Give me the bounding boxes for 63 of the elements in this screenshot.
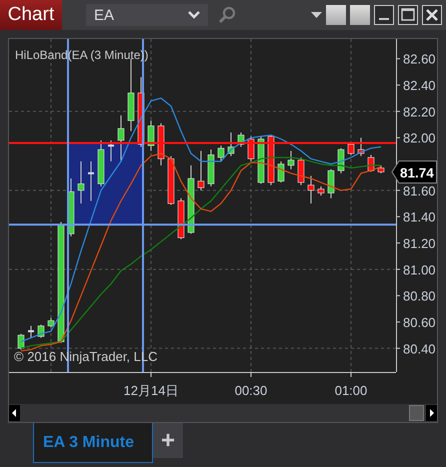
candle — [208, 149, 214, 187]
candle — [328, 168, 334, 199]
window-title: Chart — [0, 0, 62, 30]
candle — [18, 333, 24, 350]
candle — [268, 134, 274, 186]
candle — [288, 150, 294, 170]
candle — [358, 137, 364, 157]
candle — [218, 145, 224, 162]
caret-icon[interactable] — [311, 12, 322, 18]
candle — [138, 76, 144, 148]
scroll-right-icon[interactable] — [426, 405, 437, 421]
chevron-icon — [188, 11, 200, 19]
candle — [318, 186, 324, 196]
candle — [228, 132, 234, 157]
time-label: 00:30 — [234, 383, 268, 398]
candle — [278, 160, 284, 183]
time-label: 01:00 — [334, 383, 368, 398]
candle — [48, 318, 54, 328]
price-label: 82.40 — [403, 78, 436, 94]
price-label: 80.60 — [403, 314, 436, 330]
candle — [118, 114, 124, 162]
chart-tab[interactable]: EA 3 Minute — [33, 423, 153, 463]
price-label: 81.40 — [403, 210, 436, 225]
candle — [368, 154, 374, 172]
candle — [108, 140, 114, 162]
add-tab-button[interactable]: + — [153, 423, 183, 458]
candle — [98, 140, 104, 187]
candle — [248, 136, 254, 162]
candle — [158, 122, 164, 166]
candle — [148, 120, 154, 152]
candle — [188, 164, 194, 234]
candle — [238, 132, 244, 148]
price-label: 81.00 — [403, 262, 436, 278]
price-label: 82.60 — [403, 52, 436, 67]
candle — [28, 325, 34, 338]
candle — [378, 164, 384, 174]
maximize-icon[interactable] — [398, 5, 418, 25]
candle — [308, 175, 314, 204]
search-icon[interactable] — [218, 6, 236, 24]
candle — [348, 142, 354, 156]
price-label: 82.00 — [403, 130, 436, 146]
price-label: 80.80 — [403, 288, 436, 304]
close-icon[interactable] — [422, 5, 442, 25]
candle — [88, 160, 94, 202]
price-label: 81.20 — [403, 236, 436, 251]
time-label: 12月14日 — [124, 383, 178, 398]
candle — [198, 150, 204, 191]
candle — [78, 160, 84, 204]
price-label: 82.20 — [403, 104, 436, 120]
instrument-dropdown[interactable]: EA — [86, 4, 208, 26]
candle — [258, 136, 264, 184]
minimize-icon[interactable] — [374, 5, 394, 25]
scroll-thumb[interactable] — [409, 405, 424, 421]
candle — [338, 148, 344, 174]
scrollbar[interactable] — [9, 404, 437, 422]
candle — [168, 156, 174, 206]
candle — [38, 324, 44, 338]
last-price-tag: 81.74 — [391, 160, 437, 184]
candle — [178, 198, 184, 240]
scroll-left-icon[interactable] — [9, 405, 20, 421]
candle — [298, 156, 304, 186]
price-label: 81.60 — [403, 183, 436, 198]
price-label: 80.40 — [403, 341, 436, 356]
